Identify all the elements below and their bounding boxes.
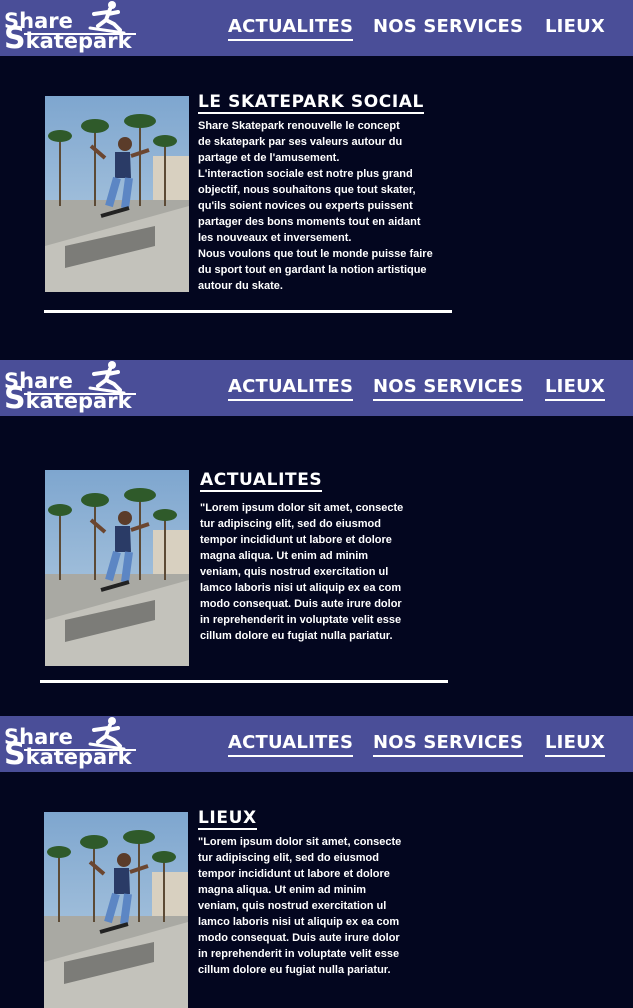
skater-photo	[45, 96, 189, 292]
navbar: Share Skatepark ACTUALITES NOS SERVICES …	[0, 0, 633, 56]
nav-actualites[interactable]: ACTUALITES	[228, 732, 354, 757]
section-heading: LE SKATEPARK SOCIAL	[198, 92, 424, 114]
section-text: "Lorem ipsum dolor sit amet, consecte tu…	[200, 502, 404, 642]
logo-text-skatepark: Skatepark	[4, 24, 132, 54]
nav-lieux[interactable]: LIEUX	[545, 732, 605, 757]
logo[interactable]: Share Skatepark	[4, 717, 144, 770]
logo-text-skatepark: Skatepark	[4, 740, 132, 770]
nav-services[interactable]: NOS SERVICES	[373, 16, 523, 38]
logo[interactable]: Share Skatepark	[4, 361, 144, 414]
logo-initial: S	[4, 381, 26, 416]
navbar: Share Skatepark ACTUALITES NOS SERVICES …	[0, 360, 633, 416]
navbar: Share Skatepark ACTUALITES NOS SERVICES …	[0, 716, 633, 772]
logo-rest: katepark	[25, 29, 132, 53]
skater-photo	[45, 470, 189, 666]
section-text: Share Skatepark renouvelle le concept de…	[198, 120, 433, 292]
logo-text-skatepark: Skatepark	[4, 384, 132, 414]
nav-services[interactable]: NOS SERVICES	[373, 732, 524, 757]
skater-photo	[44, 812, 188, 1008]
nav-lieux[interactable]: LIEUX	[545, 376, 605, 401]
nav-services[interactable]: NOS SERVICES	[373, 376, 524, 401]
section-heading: LIEUX	[198, 808, 257, 830]
nav-lieux[interactable]: LIEUX	[545, 16, 605, 38]
nav-actualites[interactable]: ACTUALITES	[228, 376, 354, 401]
nav-actualites[interactable]: ACTUALITES	[228, 16, 354, 41]
logo-initial: S	[4, 21, 26, 56]
section-text: "Lorem ipsum dolor sit amet, consecte tu…	[198, 836, 402, 976]
logo[interactable]: Share Skatepark	[4, 1, 144, 54]
section-heading: ACTUALITES	[200, 470, 323, 492]
section-divider	[44, 310, 452, 313]
logo-rest: katepark	[25, 745, 132, 769]
logo-initial: S	[4, 737, 26, 772]
logo-rest: katepark	[25, 389, 132, 413]
section-divider	[40, 680, 448, 683]
